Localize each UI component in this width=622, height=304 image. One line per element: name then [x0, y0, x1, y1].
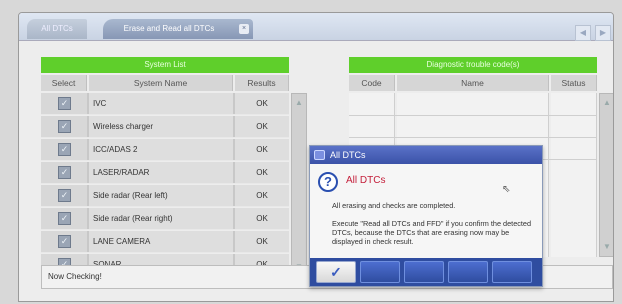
window-icon	[314, 150, 325, 160]
table-row[interactable]: ✓ Side radar (Rear left) OK	[41, 185, 289, 207]
system-name-cell: ICC/ADAS 2	[89, 139, 233, 160]
tab-all-dtcs[interactable]: All DTCs	[27, 19, 87, 39]
dialog-button-bar: ✓	[310, 258, 542, 286]
dtc-status-column	[551, 93, 597, 257]
dialog-button-empty[interactable]	[404, 261, 444, 283]
table-row[interactable]: ✓ ICC/ADAS 2 OK	[41, 139, 289, 161]
all-dtcs-dialog: All DTCs ? All DTCs ⇖ All erasing and ch…	[309, 145, 543, 287]
dialog-heading: All DTCs	[346, 175, 386, 186]
select-checkbox[interactable]: ✓	[58, 97, 71, 110]
system-name-cell: LANE CAMERA	[89, 231, 233, 252]
table-divider	[349, 137, 597, 138]
scroll-down-icon[interactable]: ▼	[602, 242, 612, 252]
close-icon[interactable]: ×	[239, 24, 249, 34]
select-checkbox[interactable]: ✓	[58, 143, 71, 156]
dialog-title: All DTCs	[310, 146, 542, 164]
select-checkbox[interactable]: ✓	[58, 166, 71, 179]
scroll-up-icon[interactable]: ▲	[294, 98, 304, 108]
dialog-message-instruction: Execute "Read all DTCs and FFD" if you c…	[332, 219, 532, 246]
select-cell: ✓	[41, 139, 87, 160]
system-list-panel: System List Select System Name Results ✓…	[41, 57, 329, 277]
question-icon: ?	[318, 172, 338, 192]
table-row[interactable]: ✓ LASER/RADAR OK	[41, 162, 289, 184]
system-list-scrollbar[interactable]: ▲ ▼	[291, 93, 307, 277]
select-checkbox[interactable]: ✓	[58, 212, 71, 225]
table-row[interactable]: ✓ IVC OK	[41, 93, 289, 115]
system-name-cell: Side radar (Rear right)	[89, 208, 233, 229]
dialog-button-empty[interactable]	[360, 261, 400, 283]
dialog-button-empty[interactable]	[492, 261, 532, 283]
tab-erase-read-all-dtcs[interactable]: Erase and Read all DTCs ×	[103, 19, 253, 39]
select-cell: ✓	[41, 185, 87, 206]
result-cell: OK	[235, 231, 289, 252]
tab-erase-label: Erase and Read all DTCs	[123, 24, 215, 33]
select-checkbox[interactable]: ✓	[58, 235, 71, 248]
table-row[interactable]: ✓ Side radar (Rear right) OK	[41, 208, 289, 230]
tab-bar: All DTCs Erase and Read all DTCs × ◀ ▶	[19, 13, 613, 41]
dtc-scrollbar[interactable]: ▲ ▼	[599, 93, 613, 257]
select-checkbox[interactable]: ✓	[58, 189, 71, 202]
column-system-name: System Name	[89, 75, 233, 91]
column-name: Name	[397, 75, 549, 91]
system-name-cell: Side radar (Rear left)	[89, 185, 233, 206]
select-checkbox[interactable]: ✓	[58, 120, 71, 133]
chevron-right-icon[interactable]: ▶	[595, 25, 611, 41]
select-cell: ✓	[41, 231, 87, 252]
chevron-left-icon[interactable]: ◀	[575, 25, 591, 41]
table-row[interactable]: ✓ LANE CAMERA OK	[41, 231, 289, 253]
mouse-pointer-icon: ⇖	[502, 184, 511, 195]
select-cell: ✓	[41, 162, 87, 183]
table-row[interactable]: ✓ Wireless charger OK	[41, 116, 289, 138]
result-cell: OK	[235, 208, 289, 229]
result-cell: OK	[235, 93, 289, 114]
dialog-body: ? All DTCs ⇖ All erasing and checks are …	[310, 164, 542, 258]
scroll-up-icon[interactable]: ▲	[602, 98, 612, 108]
system-name-cell: IVC	[89, 93, 233, 114]
select-cell: ✓	[41, 116, 87, 137]
system-name-cell: Wireless charger	[89, 116, 233, 137]
column-code: Code	[349, 75, 395, 91]
result-cell: OK	[235, 139, 289, 160]
result-cell: OK	[235, 185, 289, 206]
dialog-title-text: All DTCs	[330, 150, 366, 160]
select-cell: ✓	[41, 208, 87, 229]
column-status: Status	[551, 75, 597, 91]
select-cell: ✓	[41, 93, 87, 114]
dialog-message-completed: All erasing and checks are completed.	[332, 201, 456, 210]
table-divider	[349, 115, 597, 116]
dtc-panel-title: Diagnostic trouble code(s)	[349, 57, 597, 73]
system-name-cell: LASER/RADAR	[89, 162, 233, 183]
ok-button[interactable]: ✓	[316, 261, 356, 283]
system-list-title: System List	[41, 57, 289, 73]
result-cell: OK	[235, 116, 289, 137]
column-select: Select	[41, 75, 87, 91]
dialog-button-empty[interactable]	[448, 261, 488, 283]
column-results: Results	[235, 75, 289, 91]
result-cell: OK	[235, 162, 289, 183]
